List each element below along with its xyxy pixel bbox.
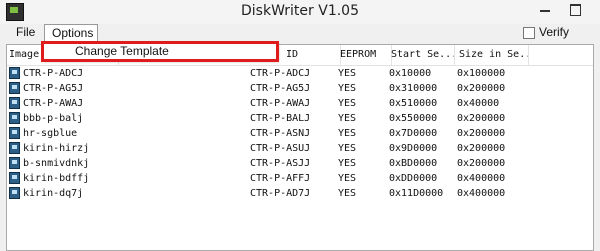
table-row[interactable]: bbb-p-balj CTR-P-BALJ YES 0x550000 0x200000: [7, 111, 593, 126]
cell-start: 0x510000: [389, 98, 438, 109]
cell-start: 0x550000: [389, 113, 438, 124]
cell-eeprom: YES: [338, 98, 357, 109]
cell-eeprom: YES: [338, 188, 357, 199]
cartridge-icon: [9, 142, 20, 154]
verify-label: Verify: [539, 25, 570, 39]
cartridge-icon: [9, 67, 20, 79]
cell-id: CTR-P-ASJJ: [250, 158, 311, 169]
cell-start: 0x310000: [389, 83, 438, 94]
cell-size: 0x200000: [457, 83, 506, 94]
cartridge-icon: [9, 82, 20, 94]
cell-id: CTR-P-AWAJ: [250, 98, 311, 109]
cell-image: CTR-P-AWAJ: [23, 98, 84, 109]
annotation-highlight-box: [41, 41, 279, 62]
cell-size: 0x400000: [457, 188, 506, 199]
cell-id: CTR-P-ADCJ: [250, 68, 311, 79]
image-list-view[interactable]: Image ... ID EEPROM Start Se... Size in …: [6, 44, 594, 251]
list-rows: CTR-P-ADCJ CTR-P-ADCJ YES 0x10000 0x100000 CT…: [7, 66, 593, 201]
cell-start: 0xBD0000: [389, 158, 438, 169]
cell-start: 0x10000: [389, 68, 432, 79]
cell-id: CTR-P-ASNJ: [250, 128, 311, 139]
cell-id: CTR-P-AG5J: [250, 83, 311, 94]
cell-id: CTR-P-BALJ: [250, 113, 311, 124]
cartridge-icon: [9, 97, 20, 109]
cell-eeprom: YES: [338, 173, 357, 184]
cell-image: bbb-p-balj: [23, 113, 84, 124]
menu-bar: File Options: [0, 24, 600, 42]
column-header-start-sector[interactable]: Start Se...: [389, 45, 455, 65]
column-header-size-in-sectors[interactable]: Size in Se...: [457, 45, 529, 65]
checkbox-box[interactable]: [523, 27, 535, 39]
cell-eeprom: YES: [338, 128, 357, 139]
cell-eeprom: YES: [338, 83, 357, 94]
cell-start: 0x11D0000: [389, 188, 444, 199]
column-header-id[interactable]: ID: [284, 45, 341, 65]
cell-image: CTR-P-ADCJ: [23, 68, 84, 79]
table-row[interactable]: hr-sgblue CTR-P-ASNJ YES 0x7D0000 0x200000: [7, 126, 593, 141]
cell-image: kirin-bdffj: [23, 173, 90, 184]
cartridge-icon: [9, 172, 20, 184]
cartridge-icon: [9, 187, 20, 199]
cell-size: 0x200000: [457, 128, 506, 139]
cell-image: kirin-hirzj: [23, 143, 90, 154]
cell-eeprom: YES: [338, 158, 357, 169]
cell-start: 0xDD0000: [389, 173, 438, 184]
table-row[interactable]: kirin-hirzj CTR-P-ASUJ YES 0x9D0000 0x200000: [7, 141, 593, 156]
title-bar: DiskWriter V1.05: [0, 0, 600, 24]
table-row[interactable]: CTR-P-ADCJ CTR-P-ADCJ YES 0x10000 0x100000: [7, 66, 593, 81]
column-header-eeprom[interactable]: EEPROM: [338, 45, 392, 65]
window-title: DiskWriter V1.05: [241, 3, 359, 19]
cell-image: kirin-dq7j: [23, 188, 84, 199]
minimize-icon[interactable]: [532, 0, 560, 20]
cartridge-icon: [9, 112, 20, 124]
cell-size: 0x200000: [457, 158, 506, 169]
cell-start: 0x9D0000: [389, 143, 438, 154]
table-row[interactable]: kirin-bdffj CTR-P-AFFJ YES 0xDD0000 0x400000: [7, 171, 593, 186]
cell-eeprom: YES: [338, 143, 357, 154]
cell-eeprom: YES: [338, 68, 357, 79]
cell-size: 0x200000: [457, 113, 506, 124]
cell-image: hr-sgblue: [23, 128, 78, 139]
cell-id: CTR-P-AFFJ: [250, 173, 311, 184]
cartridge-icon: [9, 127, 20, 139]
cell-eeprom: YES: [338, 113, 357, 124]
cell-size: 0x200000: [457, 143, 506, 154]
cell-size: 0x100000: [457, 68, 506, 79]
cell-id: CTR-P-ASUJ: [250, 143, 311, 154]
menu-file[interactable]: File: [10, 24, 41, 41]
table-row[interactable]: CTR-P-AG5J CTR-P-AG5J YES 0x310000 0x200000: [7, 81, 593, 96]
cell-size: 0x40000: [457, 98, 500, 109]
cell-size: 0x400000: [457, 173, 506, 184]
table-row[interactable]: CTR-P-AWAJ CTR-P-AWAJ YES 0x510000 0x40000: [7, 96, 593, 111]
cell-id: CTR-P-AD7J: [250, 188, 311, 199]
cell-image: b-snmivdnkj: [23, 158, 90, 169]
cell-start: 0x7D0000: [389, 128, 438, 139]
maximize-icon[interactable]: [562, 0, 588, 20]
cell-image: CTR-P-AG5J: [23, 83, 84, 94]
menu-options[interactable]: Options: [44, 24, 98, 41]
table-row[interactable]: b-snmivdnkj CTR-P-ASJJ YES 0xBD0000 0x200000: [7, 156, 593, 171]
table-row[interactable]: kirin-dq7j CTR-P-AD7J YES 0x11D0000 0x400000: [7, 186, 593, 201]
cartridge-icon: [9, 157, 20, 169]
